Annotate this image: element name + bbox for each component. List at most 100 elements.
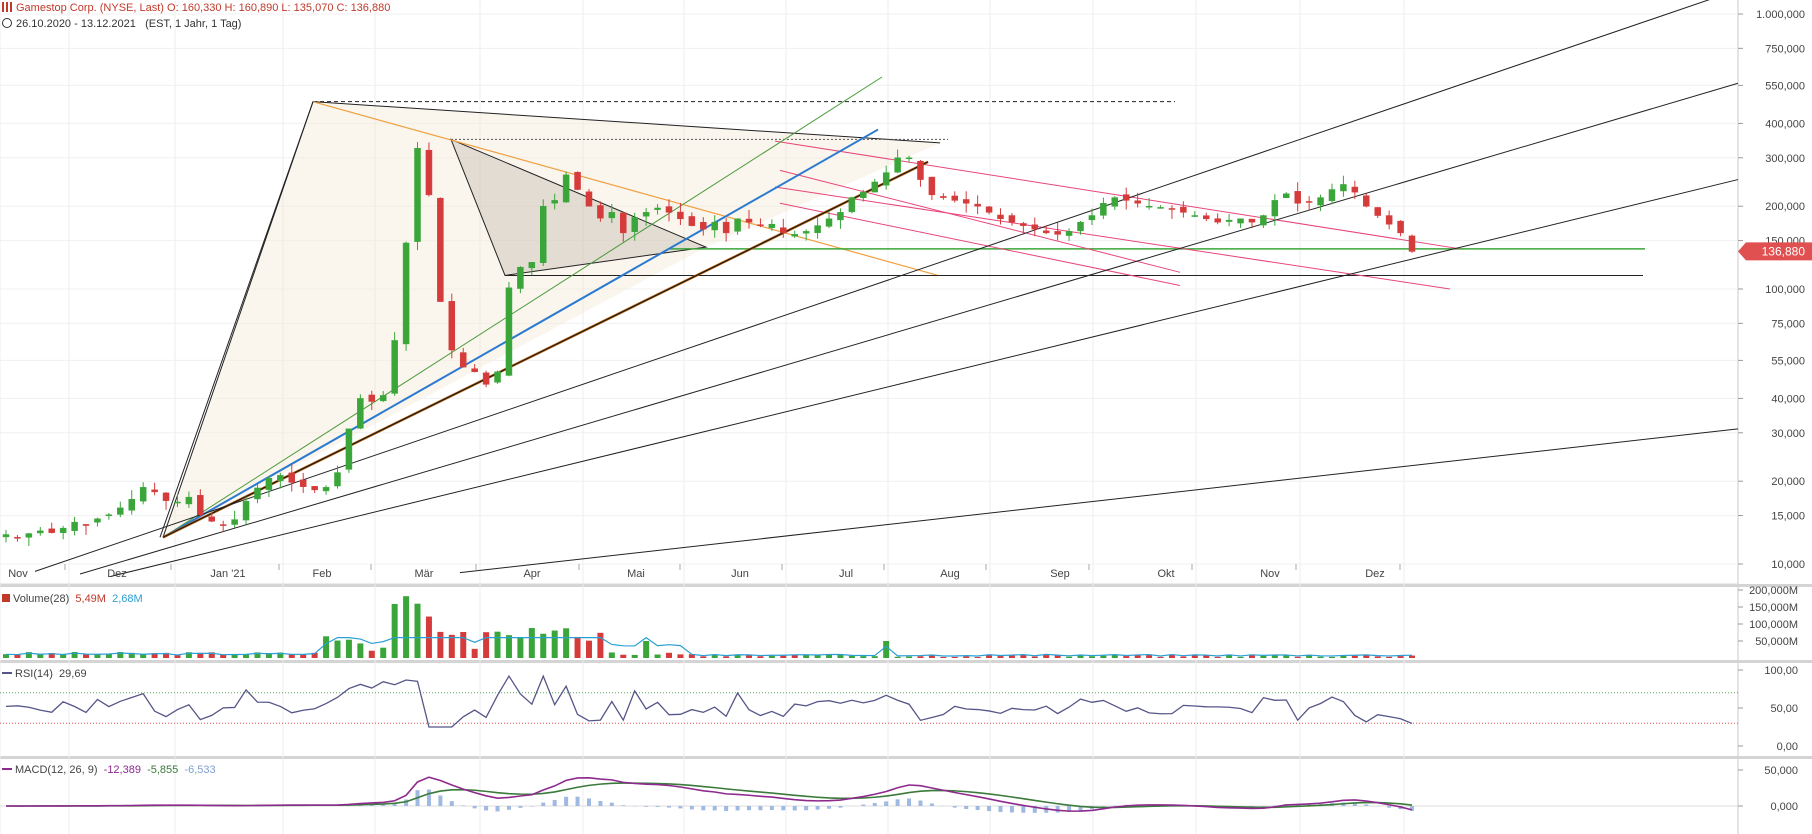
macd-histogram-bar — [518, 806, 523, 808]
macd-histogram-bar — [952, 806, 957, 808]
candle-body — [208, 516, 216, 522]
y-tick-label: 1.000,000 — [1756, 9, 1805, 21]
volume-bar — [174, 655, 181, 658]
candle-body — [357, 398, 364, 429]
volume-bar — [643, 641, 650, 658]
candle-body — [711, 221, 718, 231]
volume-bar — [1180, 656, 1187, 658]
volume-bar — [551, 630, 558, 658]
volume-bar — [528, 628, 535, 658]
macd-histogram-bar — [918, 800, 923, 806]
volume-bar — [700, 656, 707, 658]
macd-histogram-bar — [621, 805, 626, 806]
candle-body — [951, 195, 959, 201]
macd-histogram-bar — [838, 806, 843, 808]
volume-bar — [1351, 655, 1358, 658]
volume-bar — [894, 656, 901, 658]
candle-body — [391, 340, 398, 394]
volume-bar — [1271, 655, 1278, 658]
macd-histogram-bar — [609, 802, 614, 806]
volume-bar — [345, 639, 352, 658]
macd-histogram-bar — [747, 806, 752, 811]
candle-body — [745, 218, 753, 223]
candle-body — [299, 479, 307, 487]
x-tick-label: Jan '21 — [210, 568, 245, 580]
macd-y-label: 0,000 — [1770, 801, 1798, 813]
candle-body — [1271, 200, 1279, 217]
candle-body — [665, 206, 673, 213]
volume-bar — [437, 631, 444, 658]
macd-histogram-bar — [1364, 804, 1369, 806]
y-tick-label: 40,000 — [1771, 393, 1805, 405]
macd-histogram-bar — [575, 796, 580, 806]
candle-body — [162, 492, 170, 501]
y-tick-label: 20,000 — [1771, 476, 1805, 488]
volume-bar — [323, 636, 330, 658]
candle-body — [48, 528, 55, 533]
volume-y-label: 50,000M — [1755, 636, 1798, 648]
volume-bar — [608, 652, 615, 658]
y-tick-label: 550,000 — [1765, 80, 1805, 92]
candle-body — [757, 224, 764, 226]
candle-body — [1077, 221, 1084, 232]
candle-body — [928, 176, 936, 196]
macd-line-icon — [2, 768, 12, 770]
candle-body — [585, 191, 593, 207]
rsi-y-label: 100,00 — [1764, 665, 1798, 677]
y-tick-label: 100,000 — [1765, 284, 1805, 296]
volume-bar — [620, 654, 627, 658]
volume-bar — [665, 652, 672, 658]
candle-body — [814, 225, 821, 234]
volume-bar — [1123, 656, 1130, 658]
volume-bar — [963, 656, 970, 658]
x-tick-label: Dez — [1365, 568, 1385, 580]
macd-histogram-bar — [735, 806, 740, 811]
chart-icon — [2, 2, 12, 12]
candle-body — [494, 371, 501, 383]
candle-body — [642, 212, 650, 217]
candle-body — [1340, 184, 1347, 192]
candle-body — [1317, 197, 1324, 206]
candle-body — [837, 212, 844, 221]
candle-body — [1145, 205, 1153, 208]
volume-bar — [563, 628, 570, 658]
candle-body — [311, 486, 318, 491]
candle-body — [562, 174, 570, 203]
x-tick-label: Dez — [107, 568, 127, 580]
candle-body — [345, 428, 353, 470]
candle-body — [139, 487, 147, 502]
volume-bar — [654, 654, 661, 658]
volume-bar — [1340, 655, 1347, 658]
x-tick-label: Jun — [731, 568, 749, 580]
macd-histogram-bar — [564, 796, 569, 806]
candle-body — [151, 489, 158, 493]
volume-bar — [334, 640, 341, 658]
macd-histogram-bar — [929, 803, 934, 806]
period-info: 26.10.2020 - 13.12.2021 (EST, 1 Jahr, 1 … — [2, 18, 241, 30]
volume-bar — [597, 632, 604, 658]
candle-body — [128, 498, 135, 511]
chart-canvas[interactable]: 200,000M 150,000M 100,000M 50,000M 100,00 50… — [0, 0, 1812, 834]
macd-histogram-bar — [701, 806, 706, 811]
volume-bar — [814, 655, 821, 658]
candle-body — [288, 472, 296, 483]
volume-bar — [505, 635, 512, 658]
period-settings: (EST, 1 Jahr, 1 Tag) — [145, 18, 242, 30]
candle-body — [482, 372, 490, 385]
volume-bar — [1214, 656, 1221, 658]
macd-histogram-bar — [769, 806, 774, 811]
volume-bar — [1317, 656, 1324, 658]
macd-histogram-bar — [792, 806, 797, 811]
y-tick-label: 75,000 — [1771, 318, 1805, 330]
y-tick-label: 55,000 — [1771, 355, 1805, 367]
volume-bar — [1157, 656, 1164, 658]
candle-body — [1111, 197, 1119, 207]
candle-body — [1237, 218, 1244, 224]
macd-histogram-bar — [506, 806, 511, 810]
candle-body — [425, 149, 433, 196]
candle-body — [654, 207, 661, 210]
volume-bar — [1008, 655, 1015, 658]
candle-body — [14, 537, 21, 539]
candle-body — [722, 221, 730, 234]
period-range: 26.10.2020 - 13.12.2021 — [16, 18, 136, 30]
